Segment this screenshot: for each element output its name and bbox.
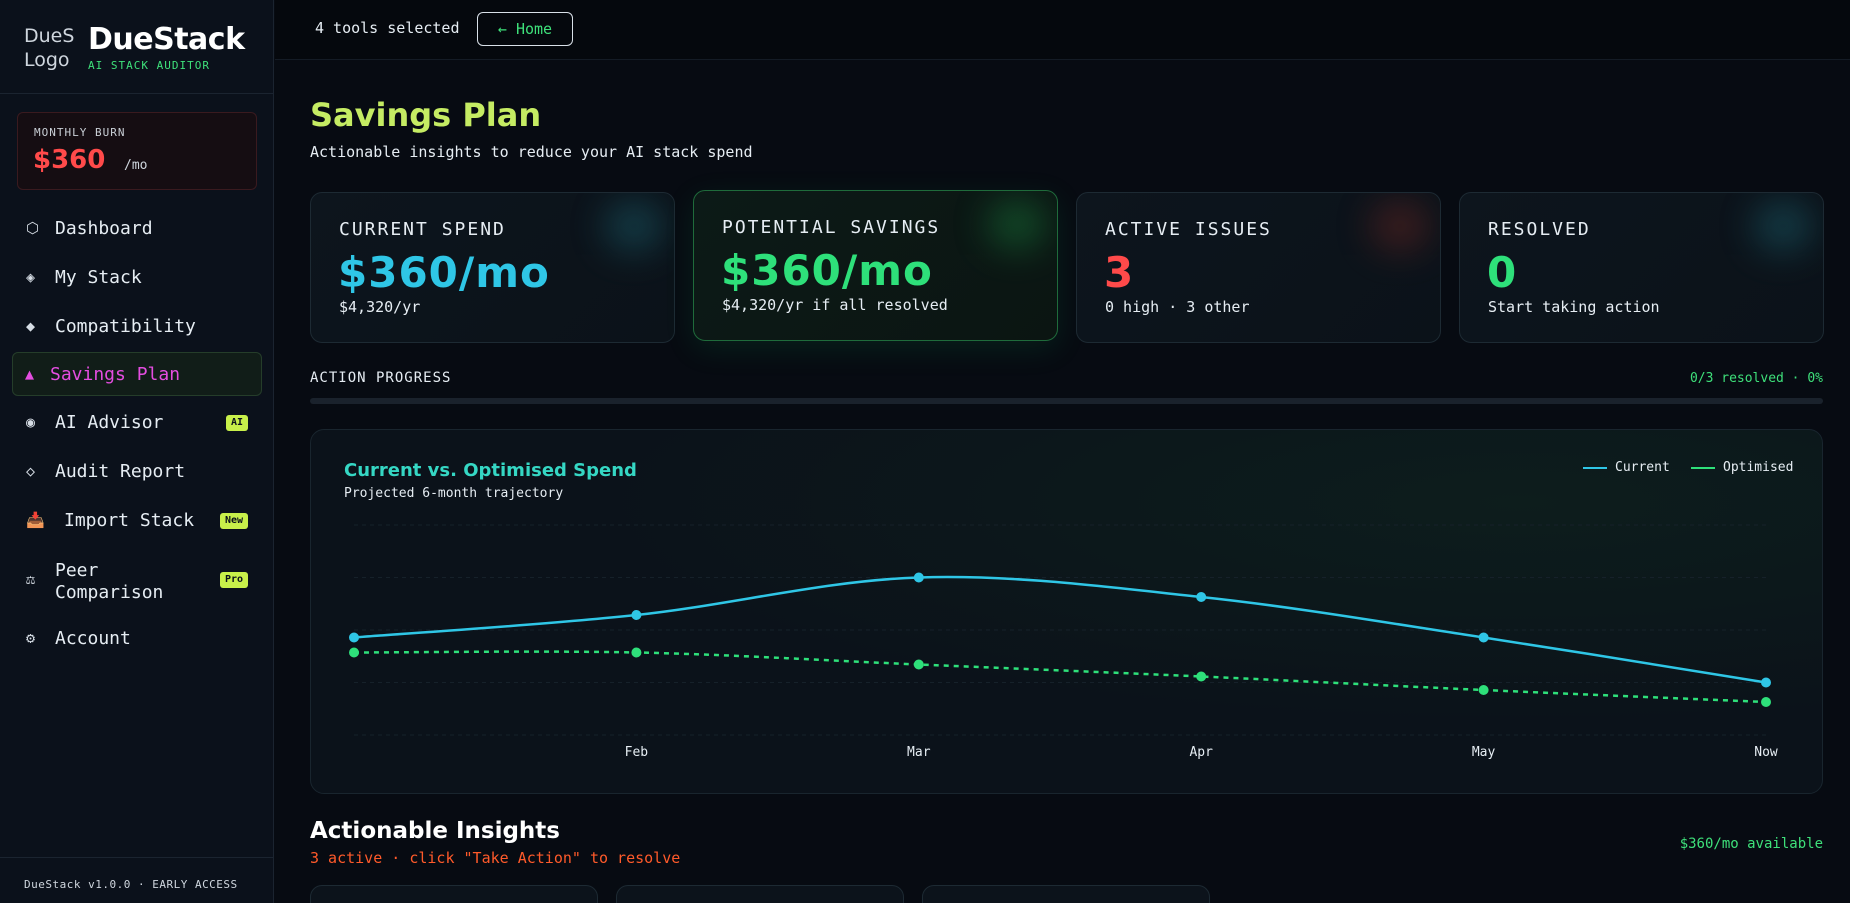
sidebar: DueS Logo DueStack AI STACK AUDITOR MONT… <box>0 0 274 903</box>
legend-label: Optimised <box>1723 460 1794 475</box>
monthly-burn-unit: /mo <box>124 158 148 173</box>
data-point-current <box>1761 677 1771 688</box>
sidebar-item-label: Savings Plan <box>50 364 181 385</box>
sidebar-item-label: Compatibility <box>55 316 196 337</box>
brand: DueS Logo DueStack AI STACK AUDITOR <box>0 0 274 94</box>
sidebar-item-compatibility[interactable]: ◆ Compatibility <box>12 305 262 349</box>
stat-card-potential-savings: POTENTIAL SAVINGS $360/mo $4,320/yr if a… <box>693 190 1058 341</box>
stat-value: $360/mo <box>338 248 550 297</box>
chart-subtitle: Projected 6-month trajectory <box>344 486 564 501</box>
page-title: Savings Plan <box>310 96 542 134</box>
insights-title: Actionable Insights <box>310 818 560 844</box>
stat-label: POTENTIAL SAVINGS <box>722 217 941 238</box>
stat-sub: 0 high · 3 other <box>1105 298 1250 316</box>
sidebar-item-label: Import Stack <box>64 510 195 531</box>
data-point-current <box>349 632 359 643</box>
stat-card-current-spend: CURRENT SPEND $360/mo $4,320/yr <box>310 192 675 343</box>
insight-card[interactable] <box>310 885 598 903</box>
sidebar-item-label: Peer Comparison <box>55 560 164 603</box>
pro-badge: Pro <box>219 572 248 588</box>
monthly-burn-card: MONTHLY BURN $360 /mo <box>17 112 257 190</box>
stat-card-resolved: RESOLVED 0 Start taking action <box>1459 192 1824 343</box>
stat-sub: Start taking action <box>1488 298 1660 316</box>
sidebar-item-audit-report[interactable]: ◇ Audit Report <box>12 450 262 494</box>
data-point-optimised <box>631 647 642 658</box>
data-point-optimised <box>1478 685 1489 695</box>
data-point-current <box>913 572 924 583</box>
version-label: DueStack v1.0.0 · EARLY ACCESS <box>24 878 238 891</box>
sidebar-item-my-stack[interactable]: ◈ My Stack <box>12 256 262 300</box>
sidebar-item-account[interactable]: ⚙ Account <box>12 617 262 661</box>
monthly-burn-value: $360 <box>33 145 106 175</box>
topbar: 4 tools selected ← Home <box>275 0 1850 60</box>
sidebar-footer: DueStack v1.0.0 · EARLY ACCESS <box>0 857 274 903</box>
page-subtitle: Actionable insights to reduce your AI st… <box>310 143 753 161</box>
data-point-current <box>631 610 642 620</box>
inbox-tray-icon: 📥 <box>26 511 45 529</box>
sidebar-item-savings-plan[interactable]: ▲ Savings Plan <box>12 352 262 396</box>
hexagon-icon: ⬡ <box>26 219 40 237</box>
x-tick-label: Now <box>1754 745 1778 760</box>
gear-icon: ⚙ <box>26 629 36 647</box>
scales-icon: ⚖ <box>26 570 36 588</box>
data-point-current <box>1196 592 1207 602</box>
home-button[interactable]: ← Home <box>477 12 573 46</box>
legend-swatch <box>1691 466 1715 469</box>
stat-value: 0 <box>1487 248 1518 297</box>
diamond-icon: ◆ <box>26 317 36 335</box>
data-point-optimised <box>913 659 924 670</box>
x-tick-label: Feb <box>625 745 649 760</box>
stat-value: $360/mo <box>721 246 933 295</box>
stat-value: 3 <box>1104 248 1135 297</box>
legend-item-current: Current <box>1583 460 1670 475</box>
stat-label: CURRENT SPEND <box>339 219 506 240</box>
data-point-optimised <box>349 647 359 658</box>
new-badge: New <box>219 513 248 529</box>
sidebar-item-label: My Stack <box>55 267 142 288</box>
sidebar-item-label: Account <box>55 628 131 649</box>
brand-logo[interactable]: DueS Logo <box>24 24 76 72</box>
target-icon: ◉ <box>26 413 36 431</box>
sidebar-item-ai-advisor[interactable]: ◉ AI Advisor AI <box>12 401 262 445</box>
brand-name[interactable]: DueStack <box>88 22 245 57</box>
data-point-optimised <box>1761 697 1771 707</box>
x-tick-label: Apr <box>1189 745 1213 760</box>
stat-label: ACTIVE ISSUES <box>1105 219 1272 240</box>
data-point-current <box>1478 632 1489 643</box>
insight-card[interactable] <box>922 885 1210 903</box>
x-tick-label: Mar <box>907 745 931 760</box>
diamond-outline-icon: ◇ <box>26 462 36 480</box>
sidebar-item-import-stack[interactable]: 📥 Import Stack New <box>12 499 262 543</box>
monthly-burn-label: MONTHLY BURN <box>34 126 126 139</box>
stat-sub: $4,320/yr if all resolved <box>722 296 948 314</box>
action-progress-count: 0/3 resolved · 0% <box>1689 371 1823 386</box>
x-tick-label: May <box>1472 745 1496 760</box>
stat-card-active-issues: ACTIVE ISSUES 3 0 high · 3 other <box>1076 192 1441 343</box>
triangle-icon: ▲ <box>25 365 35 383</box>
stat-label: RESOLVED <box>1488 219 1591 240</box>
spend-chart: Feb Mar Apr May Now <box>349 524 1778 760</box>
sidebar-item-label: AI Advisor <box>55 412 164 433</box>
insight-card[interactable] <box>616 885 904 903</box>
data-point-optimised <box>1196 671 1207 682</box>
series-line-optimised <box>353 650 1767 704</box>
legend-label: Current <box>1615 460 1670 475</box>
tools-selected-count: 4 tools selected <box>315 19 460 37</box>
diamond-outline-icon: ◈ <box>26 268 36 286</box>
insights-available: $360/mo available <box>1679 836 1823 852</box>
action-progress-label: ACTION PROGRESS <box>310 370 452 386</box>
stat-sub: $4,320/yr <box>339 298 421 316</box>
legend-item-optimised: Optimised <box>1691 460 1793 475</box>
sidebar-item-dashboard[interactable]: ⬡ Dashboard <box>12 207 262 251</box>
action-progress-bar <box>310 398 1823 404</box>
spend-chart-card: Feb Mar Apr May Now Current vs. Optimised Sp… <box>310 429 1823 794</box>
insights-subtitle: 3 active · click "Take Action" to resolv… <box>310 849 681 867</box>
sidebar-item-peer-comparison[interactable]: ⚖ Peer Comparison Pro <box>12 558 262 603</box>
ai-badge: AI <box>225 415 248 431</box>
legend-swatch <box>1583 466 1607 469</box>
brand-tagline: AI STACK AUDITOR <box>88 59 210 72</box>
chart-title: Current vs. Optimised Spend <box>344 460 637 481</box>
sidebar-item-label: Dashboard <box>55 218 153 239</box>
sidebar-item-label: Audit Report <box>55 461 186 482</box>
